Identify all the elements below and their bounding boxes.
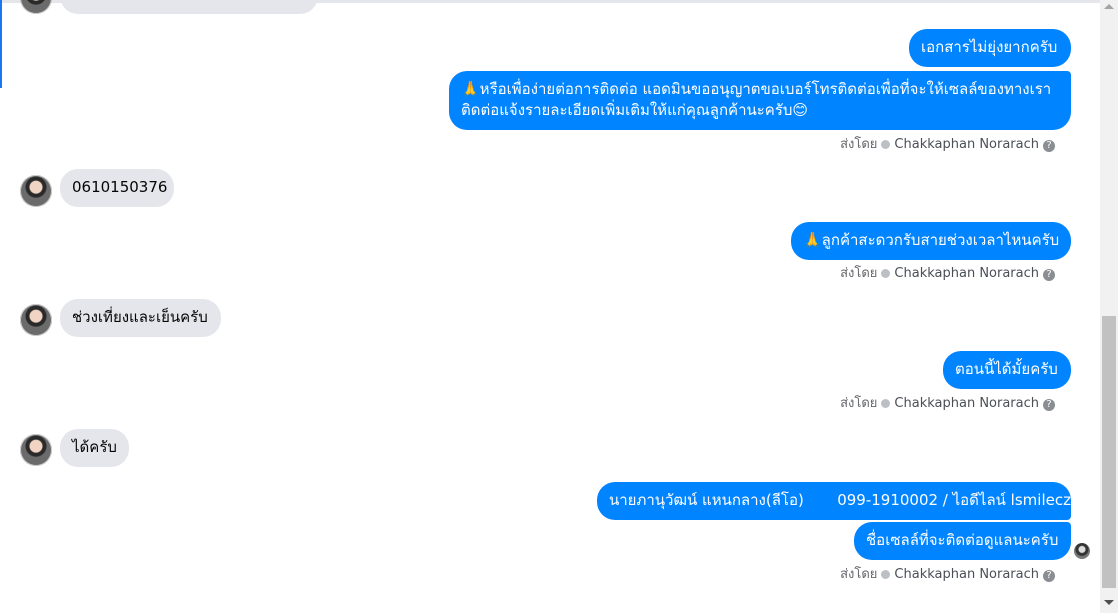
customer-avatar[interactable] (20, 304, 52, 336)
outgoing-message[interactable]: 🙏หรือเพื่อง่ายต่อการติดต่อ แอดมินขออนุญา… (449, 71, 1071, 130)
outgoing-message[interactable]: ชื่อเซลล์ที่จะติดต่อดูแลนะครับ (854, 522, 1071, 560)
agent-name[interactable]: Chakkaphan Norarach (894, 266, 1039, 281)
verified-check-icon (881, 399, 891, 408)
outgoing-message[interactable]: นายภานุวัฒน์ แหนกลาง(ลีโอ) 099-1910002 /… (597, 482, 1071, 520)
help-icon[interactable]: ? (1043, 399, 1055, 411)
scroll-down-arrow-icon[interactable] (1104, 600, 1114, 605)
outgoing-message[interactable]: 🙏ลูกค้าสะดวกรับสายช่วงเวลาไหนครับ (791, 222, 1071, 260)
outgoing-message[interactable]: เอกสารไม่ยุ่งยากครับ (909, 29, 1071, 67)
agent-name[interactable]: Chakkaphan Norarach (894, 137, 1039, 152)
verified-check-icon (881, 140, 891, 149)
sent-by-label: ส่งโดย (840, 266, 878, 281)
incoming-message[interactable]: ช่วงเที่ยงและเย็นครับ (60, 299, 221, 337)
incoming-message-cutoff (60, 0, 318, 14)
agent-name[interactable]: Chakkaphan Norarach (894, 396, 1039, 411)
help-icon[interactable]: ? (1043, 570, 1055, 582)
sent-by-label: ส่งโดย (840, 137, 878, 152)
seen-avatar (1074, 543, 1090, 559)
customer-avatar[interactable] (20, 434, 52, 466)
scrollbar-thumb[interactable] (1102, 316, 1116, 588)
verified-check-icon (881, 570, 891, 579)
sent-by-meta: ส่งโดย Chakkaphan Norarach? (840, 566, 1055, 584)
verified-check-icon (881, 269, 891, 278)
outgoing-message[interactable]: ตอนนี้ได้มั้ยครับ (943, 351, 1071, 389)
sent-by-meta: ส่งโดย Chakkaphan Norarach? (840, 395, 1055, 413)
conversation-thread[interactable]: เอกสารไม่ยุ่งยากครับ 🙏หรือเพื่อง่ายต่อกา… (0, 0, 1100, 613)
incoming-message[interactable]: 0610150376 (60, 169, 174, 207)
customer-avatar[interactable] (20, 175, 52, 207)
help-icon[interactable]: ? (1043, 269, 1055, 281)
sent-by-label: ส่งโดย (840, 567, 878, 582)
sent-by-meta: ส่งโดย Chakkaphan Norarach? (840, 265, 1055, 283)
customer-avatar[interactable] (20, 0, 52, 14)
scroll-up-arrow-icon[interactable] (1104, 4, 1114, 9)
incoming-message[interactable]: ได้ครับ (60, 429, 129, 467)
sent-by-label: ส่งโดย (840, 396, 878, 411)
agent-name[interactable]: Chakkaphan Norarach (894, 567, 1039, 582)
scrollbar[interactable] (1100, 0, 1118, 613)
help-icon[interactable]: ? (1043, 140, 1055, 152)
sent-by-meta: ส่งโดย Chakkaphan Norarach? (840, 136, 1055, 154)
